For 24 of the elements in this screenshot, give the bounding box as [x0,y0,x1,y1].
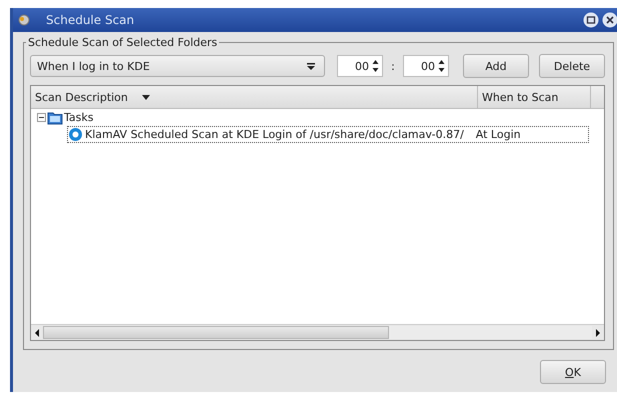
maximize-icon[interactable] [583,12,599,28]
dropdown-arrow-icon [306,62,316,70]
hour-spinbox[interactable]: 00 [337,55,383,77]
sort-arrow-icon [142,94,150,100]
column-header[interactable]: When to Scan [478,86,591,108]
add-button[interactable]: Add [463,54,529,78]
collapse-icon[interactable] [37,113,46,122]
horizontal-scrollbar[interactable] [31,324,604,340]
column-header[interactable]: Scan Description [31,86,478,108]
close-icon[interactable] [602,12,617,28]
minute-spinbox[interactable]: 00 [403,55,449,77]
folder-icon [47,110,63,124]
group-title: Schedule Scan of Selected Folders [27,36,218,49]
app-icon [17,13,31,27]
task-description: KlamAV Scheduled Scan at KDE Login of /usr/share/doc/clamav-0.87/ [85,128,464,141]
scrollbar-thumb[interactable] [43,326,389,339]
time-separator: : [390,60,396,72]
schedule-dropdown[interactable]: When I log in to KDE [30,55,325,77]
window-title: Schedule Scan [46,13,134,27]
delete-button[interactable]: Delete [539,54,605,78]
tree-item[interactable]: Tasks [64,111,94,124]
ok-button[interactable]: OK [540,360,606,384]
task-row[interactable]: KlamAV Scheduled Scan at KDE Login of /usr/share/doc/clamav-0.87/ At Login [67,126,589,143]
task-when: At Login [476,128,521,141]
